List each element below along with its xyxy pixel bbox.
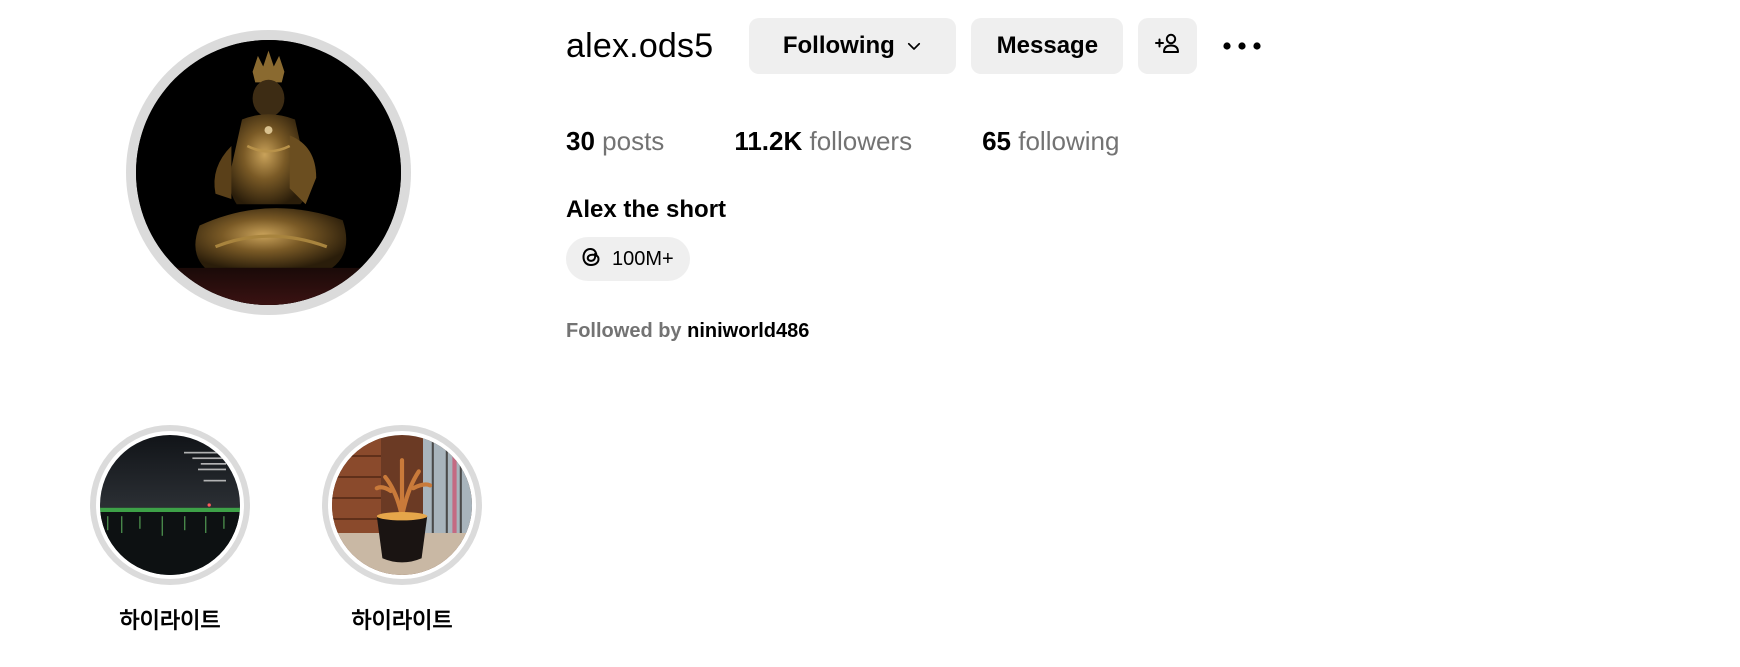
- threads-count: 100M+: [612, 247, 674, 270]
- following-stat[interactable]: 65 following: [982, 126, 1119, 157]
- followers-count: 11.2K: [734, 126, 803, 156]
- profile-avatar[interactable]: [126, 30, 411, 315]
- profile-header: alex.ods5 Following Message: [566, 18, 1272, 74]
- threads-badge[interactable]: 100M+: [566, 237, 690, 281]
- following-count: 65: [982, 126, 1012, 156]
- highlight-item[interactable]: 하이라이트: [322, 425, 482, 635]
- followed-by[interactable]: Followed by niniworld486: [566, 320, 809, 343]
- highlight-ring: [90, 425, 250, 585]
- highlight-ring: [322, 425, 482, 585]
- following-button-label: Following: [782, 32, 895, 59]
- more-horizontal-icon: [1222, 39, 1262, 54]
- followed-by-label: Followed by: [566, 320, 682, 342]
- avatar-image: [136, 40, 401, 305]
- highlight-border: [96, 431, 244, 579]
- highlight-label: 하이라이트: [351, 608, 453, 633]
- highlight-label: 하이라이트: [119, 608, 221, 633]
- posts-label: posts: [602, 126, 665, 156]
- following-label: following: [1018, 126, 1120, 156]
- highlight-cover-night-river: [100, 435, 240, 575]
- full-name: Alex the short: [566, 196, 727, 223]
- followers-label: followers: [809, 126, 913, 156]
- chevron-down-icon: [905, 37, 923, 55]
- followers-stat[interactable]: 11.2K followers: [734, 126, 912, 157]
- add-user-button[interactable]: [1138, 18, 1198, 74]
- highlight-border: [328, 431, 476, 579]
- highlight-cover-interior-tree: [332, 435, 472, 575]
- message-button-label: Message: [996, 32, 1099, 59]
- avatar-border: [136, 40, 401, 305]
- username: alex.ods5: [566, 26, 714, 65]
- add-person-icon: [1154, 31, 1182, 62]
- posts-count: 30: [566, 126, 595, 156]
- following-button[interactable]: Following: [749, 18, 957, 74]
- posts-stat: 30 posts: [566, 126, 664, 157]
- highlight-item[interactable]: 하이라이트: [90, 425, 250, 635]
- buddha-statue-image: [136, 40, 401, 305]
- message-button[interactable]: Message: [971, 18, 1124, 74]
- profile-stats: 30 posts 11.2K followers 65 following: [566, 126, 1189, 157]
- threads-icon: [578, 244, 604, 275]
- more-options-button[interactable]: [1212, 18, 1272, 74]
- followed-by-user: niniworld486: [687, 320, 810, 342]
